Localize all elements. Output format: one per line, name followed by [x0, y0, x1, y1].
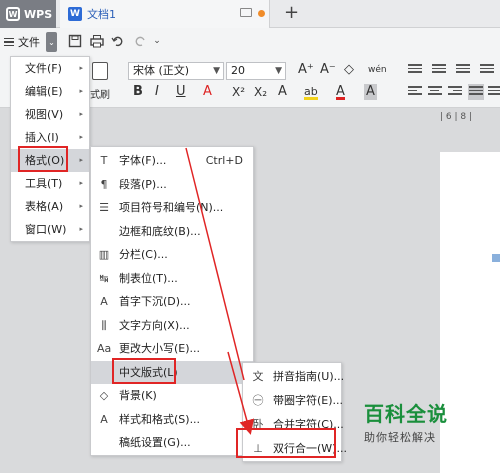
baike-watermark: 百科全说 助你轻松解决: [364, 398, 464, 445]
watermark-subtitle: 助你轻松解决: [364, 431, 436, 444]
annotation-arrow-1: [185, 147, 245, 381]
annotation-arrow-2: [227, 351, 255, 435]
watermark-title: 百科全说: [364, 402, 448, 426]
